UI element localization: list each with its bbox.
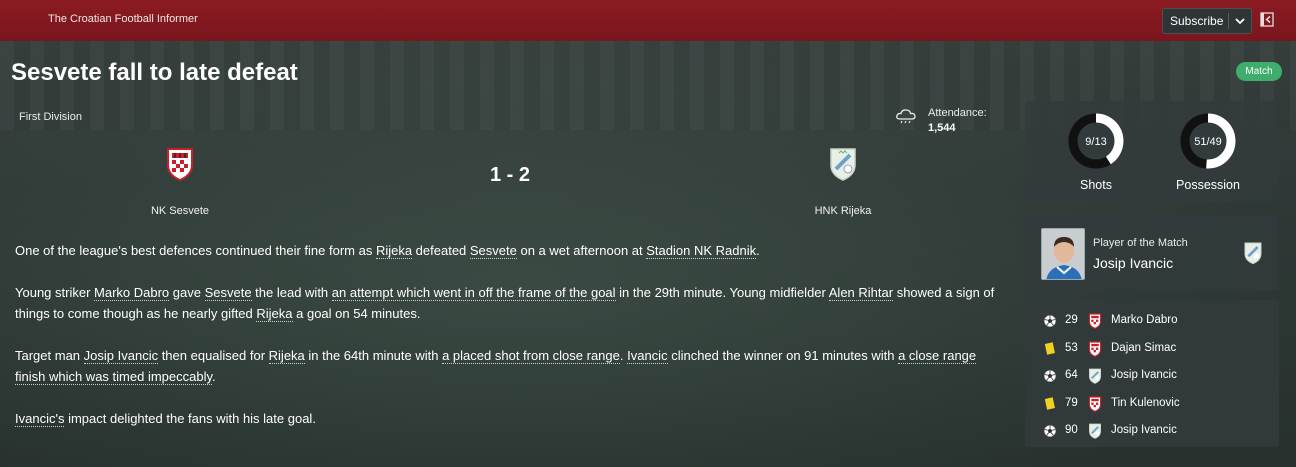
possession-value: 51/49 xyxy=(1194,136,1222,148)
report-link[interactable]: Josip Ivancic xyxy=(83,348,159,364)
article-headline: Sesvete fall to late defeat xyxy=(11,59,298,86)
home-team-crest-icon[interactable] xyxy=(165,147,195,181)
event-minute: 79 xyxy=(1065,396,1078,409)
list-item[interactable]: 90 Josip Ivancic xyxy=(1025,418,1279,445)
event-player-name[interactable]: Marko Dabro xyxy=(1111,314,1177,326)
report-link[interactable]: Alen Rihtar xyxy=(828,285,894,301)
top-bar: The Croatian Football Informer Subscribe xyxy=(0,0,1296,41)
home-team-name[interactable]: NK Sesvete xyxy=(80,205,280,217)
yellow-card-icon xyxy=(1044,341,1055,355)
report-text: . xyxy=(212,369,216,384)
event-player-name[interactable]: Josip Ivancic xyxy=(1111,424,1177,436)
report-text: Target man xyxy=(15,348,84,363)
player-of-the-match-panel: Player of the Match Josip Ivancic xyxy=(1025,215,1279,291)
yellow-card-icon xyxy=(1044,396,1055,410)
report-link[interactable]: an attempt which went in off the frame o… xyxy=(331,285,616,301)
attendance-label: Attendance: xyxy=(928,107,987,119)
report-text: impact delighted the fans with his late … xyxy=(64,411,316,426)
list-item[interactable]: 29 Marko Dabro xyxy=(1025,308,1279,335)
report-text: defeated xyxy=(412,243,470,258)
event-minute: 64 xyxy=(1065,369,1078,381)
home-team-crest-icon[interactable] xyxy=(1088,313,1102,329)
report-paragraph: Ivancic's impact delighted the fans with… xyxy=(15,408,1005,429)
shots-value: 9/13 xyxy=(1085,136,1107,148)
list-item[interactable]: 53 Dajan Simac xyxy=(1025,336,1279,363)
list-item[interactable]: 64 Josip Ivancic xyxy=(1025,363,1279,390)
report-text: . xyxy=(756,243,760,258)
report-link[interactable]: Rijeka xyxy=(268,348,305,364)
collapse-panel-icon[interactable] xyxy=(1260,12,1274,27)
match-events-panel: 29 Marko Dabro 53 Dajan Simac 64 Josip Ivanci… xyxy=(1025,300,1279,447)
goal-ball-icon xyxy=(1044,315,1056,327)
report-link[interactable]: Marko Dabro xyxy=(94,285,170,301)
report-text: Young striker xyxy=(15,285,95,300)
list-item[interactable]: 79 Tin Kulenovic xyxy=(1025,391,1279,418)
report-link[interactable]: a placed shot from close range xyxy=(442,348,620,364)
away-team-crest-icon[interactable] xyxy=(1088,423,1102,439)
chevron-down-icon[interactable] xyxy=(1233,14,1247,28)
report-link[interactable]: Rijeka xyxy=(256,306,293,322)
report-text: in the 64th minute with xyxy=(304,348,443,363)
report-text: a goal on 54 minutes. xyxy=(292,306,421,321)
potm-label: Player of the Match xyxy=(1093,237,1188,249)
report-paragraph: One of the league's best defences contin… xyxy=(15,240,1005,261)
event-player-name[interactable]: Dajan Simac xyxy=(1111,342,1176,354)
report-paragraph: Young striker Marko Dabro gave Sesvete t… xyxy=(15,282,1005,324)
away-team-crest-icon[interactable] xyxy=(828,147,858,181)
subscribe-button[interactable]: Subscribe xyxy=(1162,8,1252,34)
avatar[interactable] xyxy=(1041,228,1085,280)
report-text: gave xyxy=(169,285,205,300)
match-badge[interactable]: Match xyxy=(1236,62,1282,81)
report-text: then equalised for xyxy=(158,348,269,363)
away-team-name[interactable]: HNK Rijeka xyxy=(743,205,943,217)
event-minute: 90 xyxy=(1065,424,1078,436)
report-text: on a wet afternoon at xyxy=(516,243,647,258)
event-minute: 29 xyxy=(1065,314,1078,326)
report-paragraph: Target man Josip Ivancic then equalised … xyxy=(15,345,1005,387)
event-player-name[interactable]: Josip Ivancic xyxy=(1111,369,1177,381)
match-score: 1 - 2 xyxy=(489,164,531,186)
report-link[interactable]: Sesvete xyxy=(469,243,517,259)
home-team-crest-icon[interactable] xyxy=(1088,395,1102,412)
report-link[interactable]: Ivancic's xyxy=(15,411,65,427)
shots-label: Shots xyxy=(1080,178,1112,192)
goal-ball-icon xyxy=(1044,425,1056,437)
report-text: in the 29th minute. Young midfielder xyxy=(615,285,829,300)
rain-cloud-icon xyxy=(896,109,916,124)
goal-ball-icon xyxy=(1044,370,1056,382)
report-text: One of the league's best defences contin… xyxy=(15,243,376,258)
report-text: the lead with xyxy=(251,285,332,300)
report-link[interactable]: Sesvete xyxy=(204,285,252,301)
match-stats-panel: 9/13 Shots 51/49 Possession xyxy=(1025,101,1279,202)
subscribe-label: Subscribe xyxy=(1170,14,1224,28)
away-team-crest-icon[interactable] xyxy=(1088,368,1102,384)
match-report: One of the league's best defences contin… xyxy=(15,240,1005,450)
player-portrait-icon xyxy=(1042,229,1084,279)
event-minute: 53 xyxy=(1065,341,1078,354)
event-player-name[interactable]: Tin Kulenovic xyxy=(1111,397,1180,409)
competition-label[interactable]: First Division xyxy=(19,111,82,123)
away-team-crest-icon[interactable] xyxy=(1243,241,1263,265)
attendance-value: 1,544 xyxy=(928,122,956,134)
subscribe-divider xyxy=(1228,13,1229,29)
potm-player-name[interactable]: Josip Ivancic xyxy=(1093,255,1173,271)
report-link[interactable]: Rijeka xyxy=(375,243,413,259)
home-team-crest-icon[interactable] xyxy=(1088,340,1102,357)
report-link[interactable]: Ivancic xyxy=(627,348,668,364)
report-text: clinched the winner on 91 minutes with xyxy=(667,348,899,363)
possession-label: Possession xyxy=(1176,178,1240,192)
publication-name: The Croatian Football Informer xyxy=(48,13,198,25)
report-link[interactable]: Stadion NK Radnik xyxy=(646,243,757,259)
